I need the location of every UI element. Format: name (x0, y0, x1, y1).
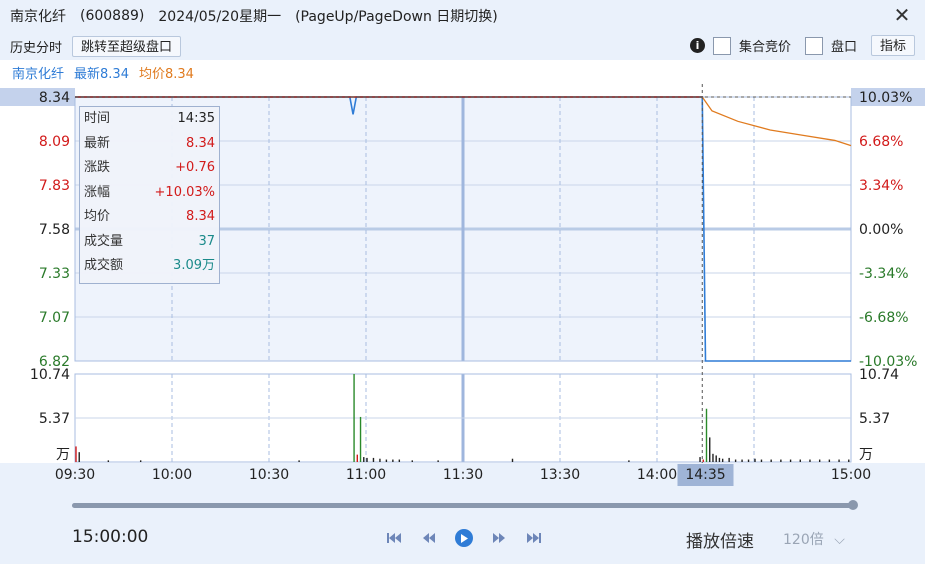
tooltip-key: 时间 (84, 111, 111, 126)
tooltip-key: 最新 (84, 135, 111, 151)
title-stock-name: 南京化纤 (10, 9, 66, 25)
toolbar-right: i 集合竞价 盘口 指标 (689, 35, 915, 56)
price-tick-label: 8.09 (39, 134, 70, 150)
x-tick-label: 10:30 (249, 467, 289, 483)
auction-checkbox[interactable] (712, 36, 731, 55)
info-latest: 最新8.34 (74, 66, 129, 82)
x-tick-label: 14:00 (637, 467, 677, 483)
replay-progress-thumb[interactable] (848, 500, 858, 510)
tooltip-key: 均价 (84, 209, 111, 224)
x-tick-label: 10:00 (152, 467, 192, 483)
auction-checkbox-label: 集合竞价 (738, 40, 791, 55)
x-tick-label: 13:30 (540, 467, 580, 483)
price-tick-label: 7.83 (39, 178, 70, 194)
x-tick-label: 09:30 (55, 467, 95, 483)
panel-checkbox[interactable] (804, 36, 823, 55)
title-date: 2024/05/20星期一 (158, 9, 282, 25)
title-stock-code: (600889) (80, 8, 145, 24)
speed-label: 播放倍速 (686, 532, 754, 552)
tooltip-row: 涨幅 +10.03% (84, 183, 215, 203)
volume-tick-left: 万 (56, 447, 70, 463)
tooltip-value: 14:35 (177, 111, 215, 126)
x-tick-label: 11:30 (443, 467, 483, 483)
pct-tick-label: -6.68% (859, 310, 909, 326)
title-bar: 南京化纤 (600889) 2024/05/20星期一 (PageUp/Page… (0, 0, 925, 32)
tooltip-key: 涨跌 (84, 160, 111, 175)
indicator-button[interactable]: 指标 (870, 35, 915, 56)
info-icon[interactable]: i (689, 38, 705, 53)
tooltip-row: 均价 8.34 (84, 207, 215, 227)
info-stock-name: 南京化纤 (12, 66, 65, 82)
play-icon (455, 529, 473, 547)
skip-to-start-icon[interactable] (383, 528, 405, 548)
tooltip-key: 成交额 (84, 258, 124, 273)
title-hint: (PageUp/PageDown 日期切换) (295, 9, 498, 25)
replay-player: 15:00:00 播放倍速 120倍 ⌵ (0, 489, 925, 564)
tooltip-value: 8.34 (186, 209, 215, 224)
toolbar: 历史分时 跳转至超级盘口 i 集合竞价 盘口 指标 (0, 32, 925, 60)
history-minute-label: 历史分时 (10, 40, 63, 56)
x-tick-label: 14:35 (685, 467, 725, 483)
pct-tick-label: -3.34% (859, 266, 909, 282)
volume-tick-left: 5.37 (39, 411, 70, 427)
info-avg: 均价8.34 (138, 66, 194, 82)
pct-tick-label: 6.68% (859, 134, 903, 150)
tooltip-key: 成交量 (84, 233, 124, 249)
crosshair-tooltip: 时间 14:35 最新 8.34 涨跌 +0.76 涨幅 +10.03% 均价 8.34 成交量 37… (79, 106, 220, 284)
speed-value: 120倍 (783, 532, 824, 548)
replay-controls (383, 528, 558, 548)
tooltip-row: 成交量 37 (84, 232, 215, 252)
replay-time: 15:00:00 (72, 527, 149, 547)
rewind-icon[interactable] (418, 528, 440, 548)
quote-info-bar: 南京化纤 最新8.34 均价8.34 (0, 60, 925, 84)
pct-tick-label: 0.00% (859, 222, 903, 238)
tooltip-value: +0.76 (175, 160, 215, 175)
tooltip-key: 涨幅 (84, 184, 111, 200)
tooltip-row: 成交额 3.09万 (84, 256, 215, 276)
pct-tick-label: 3.34% (859, 178, 903, 194)
tooltip-row: 时间 14:35 (84, 109, 215, 129)
jump-super-panel-button[interactable]: 跳转至超级盘口 (72, 35, 182, 57)
volume-tick-right: 5.37 (859, 411, 890, 427)
replay-progress-fill (72, 503, 853, 508)
tooltip-row: 最新 8.34 (84, 134, 215, 154)
panel-checkbox-label: 盘口 (830, 40, 857, 55)
price-tick-label: 8.34 (39, 90, 70, 106)
price-tick-label: 7.07 (39, 310, 70, 326)
tooltip-value: +10.03% (154, 184, 215, 200)
x-tick-label: 11:00 (346, 467, 386, 483)
speed-select[interactable]: 120倍 ⌵ (783, 529, 845, 549)
pct-tick-label: 10.03% (859, 90, 912, 106)
volume-tick-right: 10.74 (859, 367, 899, 383)
tooltip-row: 涨跌 +0.76 (84, 158, 215, 178)
x-tick-label: 15:00 (831, 467, 871, 483)
replay-progress-track[interactable] (72, 500, 858, 510)
tooltip-value: 3.09万 (173, 258, 215, 273)
close-icon[interactable]: ✕ (891, 4, 913, 26)
volume-tick-left: 10.74 (30, 367, 70, 383)
chevron-down-icon: ⌵ (834, 532, 845, 548)
play-button[interactable] (453, 528, 475, 548)
price-tick-label: 7.58 (39, 222, 70, 238)
fast-forward-icon[interactable] (488, 528, 510, 548)
price-tick-label: 7.33 (39, 266, 70, 282)
history-minute-window: 南京化纤 (600889) 2024/05/20星期一 (PageUp/Page… (0, 0, 925, 564)
skip-to-end-icon[interactable] (523, 528, 545, 548)
tooltip-value: 37 (198, 233, 215, 249)
tooltip-value: 8.34 (186, 135, 215, 151)
volume-tick-right: 万 (859, 447, 873, 463)
